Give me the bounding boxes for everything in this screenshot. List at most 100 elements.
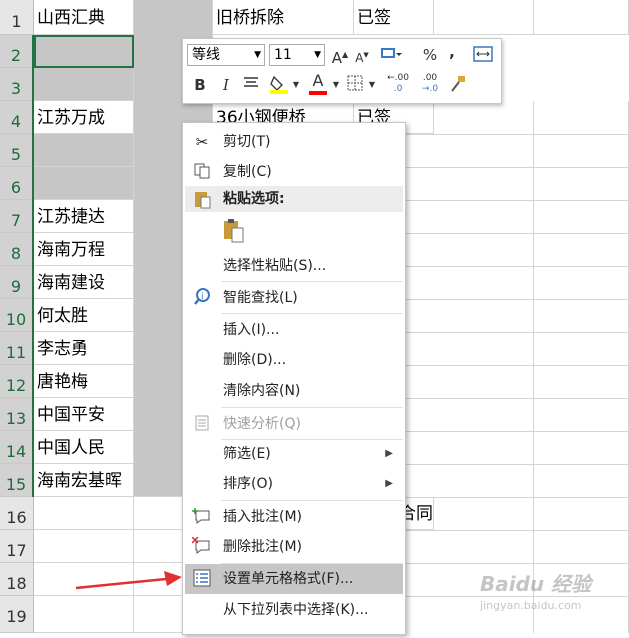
cell-a5[interactable] — [34, 134, 134, 167]
row-header-4[interactable]: 4 — [0, 101, 34, 134]
chevron-right-icon: ▶ — [385, 478, 393, 489]
cell-a16[interactable] — [34, 497, 134, 530]
row-header-5[interactable]: 5 — [0, 134, 34, 167]
accounting-format-icon[interactable] — [377, 45, 405, 68]
row-header-14[interactable]: 14 — [0, 431, 34, 464]
row-header-11[interactable]: 11 — [0, 332, 34, 365]
cell-d1[interactable]: 已签 — [354, 0, 434, 35]
grid-line — [404, 299, 629, 300]
percent-style-icon[interactable]: % — [421, 45, 439, 65]
decrease-font-size-icon[interactable]: A▼ — [353, 45, 371, 68]
quick-analysis-icon — [191, 414, 213, 434]
format-painter-icon[interactable] — [447, 75, 469, 98]
cell-a19[interactable] — [34, 596, 134, 633]
font-size-box[interactable]: 11 ▼ — [269, 44, 325, 66]
row-header-7[interactable]: 7 — [0, 200, 34, 233]
menu-separator — [221, 281, 403, 282]
copy-icon — [191, 162, 213, 182]
cell-a4[interactable]: 江苏万成 — [34, 101, 134, 134]
menu-item-insert[interactable]: 插入(I)... — [185, 315, 403, 345]
row-header-19[interactable]: 19 — [0, 596, 34, 633]
bold-button[interactable]: B — [191, 75, 209, 95]
increase-decimal-icon[interactable]: ←.00 .0 — [385, 73, 411, 95]
row-header-12[interactable]: 12 — [0, 365, 34, 398]
font-color-label: A — [312, 71, 324, 90]
menu-item-delete[interactable]: 删除(D)... — [185, 345, 403, 375]
menu-item-smart-lookup[interactable]: i 智能查找(L) — [185, 283, 403, 313]
chevron-down-icon[interactable]: ▼ — [314, 45, 321, 65]
paste-icon — [221, 219, 245, 247]
cell-a9[interactable]: 海南建设 — [34, 266, 134, 299]
row-header-9[interactable]: 9 — [0, 266, 34, 299]
increase-font-label: A — [331, 49, 343, 67]
cell-a15[interactable]: 海南宏基晖 — [34, 464, 134, 497]
cell-a3[interactable] — [34, 68, 134, 101]
cell-a10[interactable]: 何太胜 — [34, 299, 134, 332]
fill-color-icon[interactable] — [267, 73, 291, 100]
row-header-1[interactable]: 1 — [0, 0, 34, 35]
row-header-10[interactable]: 10 — [0, 299, 34, 332]
cell-d16[interactable]: 合同 — [404, 497, 434, 530]
row-header-6[interactable]: 6 — [0, 167, 34, 200]
font-color-button[interactable]: A — [307, 71, 329, 95]
increase-font-size-icon[interactable]: A▲ — [331, 45, 349, 68]
menu-item-clear-contents[interactable]: 清除内容(N) — [185, 376, 403, 406]
chevron-down-icon[interactable]: ▼ — [254, 45, 261, 65]
menu-item-paste-special[interactable]: 选择性粘贴(S)... — [185, 251, 403, 281]
cell-f-range[interactable] — [534, 101, 629, 633]
cell-e1[interactable] — [434, 0, 534, 35]
chevron-down-icon[interactable]: ▼ — [331, 75, 341, 95]
menu-item-label: 插入(I)... — [223, 322, 280, 338]
row-header-13[interactable]: 13 — [0, 398, 34, 431]
chevron-down-icon[interactable]: ▼ — [367, 75, 377, 95]
grid-line — [404, 431, 629, 432]
menu-item-format-cells[interactable]: 设置单元格格式(F)... — [185, 564, 403, 594]
cell-a13[interactable]: 中国平安 — [34, 398, 134, 431]
row-header-15[interactable]: 15 — [0, 464, 34, 497]
comma-style-icon[interactable]: , — [445, 42, 459, 62]
cell-a1[interactable]: 山西汇典 — [34, 0, 134, 35]
menu-item-insert-comment[interactable]: 插入批注(M) — [185, 502, 403, 532]
menu-item-label: 复制(C) — [223, 164, 272, 180]
row-header-2[interactable]: 2 — [0, 35, 34, 68]
cell-a6[interactable] — [34, 167, 134, 200]
align-center-icon[interactable] — [241, 75, 261, 95]
grid-line — [404, 365, 629, 366]
cell-e-range[interactable] — [434, 101, 534, 633]
watermark-url: jingyan.baidu.com — [480, 599, 582, 612]
cell-c1[interactable]: 旧桥拆除 — [213, 0, 354, 35]
font-name-box[interactable]: 等线 ▼ — [187, 44, 265, 66]
menu-item-label: 选择性粘贴(S)... — [223, 258, 327, 274]
menu-item-cut[interactable]: ✂ 剪切(T) — [185, 127, 403, 157]
row-header-3[interactable]: 3 — [0, 68, 34, 101]
row-header-17[interactable]: 17 — [0, 530, 34, 563]
paste-button[interactable] — [221, 217, 251, 249]
row-header-8[interactable]: 8 — [0, 233, 34, 266]
menu-item-label: 筛选(E) — [223, 446, 271, 462]
cell-a17[interactable] — [34, 530, 134, 563]
cell-a7[interactable]: 江苏捷达 — [34, 200, 134, 233]
chevron-down-icon[interactable]: ▼ — [291, 75, 301, 95]
menu-item-delete-comment[interactable]: 删除批注(M) — [185, 532, 403, 562]
menu-separator — [221, 407, 403, 408]
menu-item-sort[interactable]: 排序(O) ▶ — [185, 469, 403, 499]
cell-a12[interactable]: 唐艳梅 — [34, 365, 134, 398]
grid-line — [404, 134, 629, 135]
row-header-18[interactable]: 18 — [0, 563, 34, 596]
cell-a14[interactable]: 中国人民 — [34, 431, 134, 464]
grid-line — [404, 464, 629, 465]
cell-f1[interactable] — [534, 0, 629, 35]
cell-a11[interactable]: 李志勇 — [34, 332, 134, 365]
row-header-16[interactable]: 16 — [0, 497, 34, 530]
annotation-arrow — [75, 571, 182, 590]
menu-item-pick-from-list[interactable]: 从下拉列表中选择(K)... — [185, 595, 403, 625]
cell-a8[interactable]: 海南万程 — [34, 233, 134, 266]
decrease-decimal-icon[interactable]: .00 →.0 — [417, 73, 443, 95]
merge-center-icon[interactable] — [471, 45, 495, 68]
italic-button[interactable]: I — [217, 75, 235, 95]
menu-item-copy[interactable]: 复制(C) — [185, 157, 403, 187]
selection-edge — [32, 35, 34, 497]
menu-item-filter[interactable]: 筛选(E) ▶ — [185, 439, 403, 469]
active-cell-outline — [34, 35, 134, 68]
borders-icon[interactable] — [345, 75, 365, 96]
